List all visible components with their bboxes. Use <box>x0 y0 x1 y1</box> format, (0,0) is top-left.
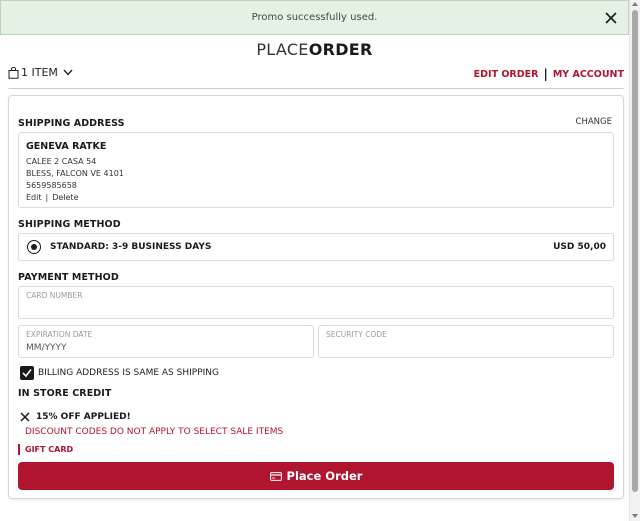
scroll-thumb[interactable] <box>632 10 638 492</box>
address-card: GENEVA RATKE CALEE 2 CASA 54 BLESS, FALC… <box>18 132 614 208</box>
address-line1: CALEE 2 CASA 54 <box>26 157 97 166</box>
edit-address-link[interactable]: Edit <box>26 192 42 204</box>
card-number-label: CARD NUMBER <box>26 291 83 300</box>
page-title-part1: PLACE <box>256 40 309 59</box>
scrollbar[interactable] <box>629 0 640 521</box>
address-phone: 5659585658 <box>26 181 77 190</box>
cart-summary-toggle[interactable]: 1 ITEM <box>8 66 73 79</box>
delete-address-link[interactable]: Delete <box>52 192 78 204</box>
page-title-part2: ORDER <box>308 40 373 59</box>
shipping-radio[interactable] <box>27 240 41 254</box>
expiration-date-placeholder: MM/YYYY <box>26 343 67 353</box>
place-order-label: Place Order <box>286 469 363 483</box>
shipping-method-title: SHIPPING METHOD <box>18 219 121 230</box>
cart-item-count: 1 ITEM <box>21 66 58 79</box>
address-actions: Edit | Delete <box>26 192 606 204</box>
action-separator: | <box>45 193 49 202</box>
promo-toast: Promo successfully used. <box>0 0 629 35</box>
chevron-down-icon <box>63 69 73 76</box>
scroll-down-arrow-icon[interactable] <box>632 514 638 518</box>
store-credit-title: IN STORE CREDIT <box>18 388 112 399</box>
discount-applied-label: 15% OFF APPLIED! <box>36 412 131 422</box>
toast-message: Promo successfully used. <box>251 12 378 23</box>
payment-method-title: PAYMENT METHOD <box>18 272 119 283</box>
security-code-field[interactable]: SECURITY CODE <box>318 325 614 358</box>
divider <box>8 88 624 89</box>
cart-header: 1 ITEM EDIT ORDER | MY ACCOUNT <box>8 66 624 86</box>
place-order-button[interactable]: Place Order <box>18 462 614 490</box>
scroll-up-arrow-icon[interactable] <box>632 2 638 6</box>
change-address-link[interactable]: CHANGE <box>576 117 612 127</box>
page-title: PLACEORDER <box>0 40 629 59</box>
expiration-date-label: EXPIRATION DATE <box>26 330 93 339</box>
billing-same-checkbox[interactable] <box>20 366 34 380</box>
edit-order-link[interactable]: EDIT ORDER <box>474 69 539 80</box>
remove-discount-icon[interactable] <box>20 412 30 422</box>
shopping-bag-icon <box>8 66 19 79</box>
discount-applied-row: 15% OFF APPLIED! <box>20 412 131 422</box>
shipping-address-title: SHIPPING ADDRESS <box>18 118 125 129</box>
page: Promo successfully used. PLACEORDER 1 IT… <box>0 0 629 521</box>
checkmark-icon <box>22 369 32 378</box>
checkout-panel: SHIPPING ADDRESS CHANGE GENEVA RATKE CAL… <box>8 95 624 499</box>
address-line2: BLESS, FALCON VE 4101 <box>26 169 124 178</box>
card-number-field[interactable]: CARD NUMBER <box>18 286 614 319</box>
shipping-option-price: USD 50,00 <box>553 242 606 252</box>
link-separator: | <box>543 67 548 81</box>
credit-card-icon <box>269 471 282 481</box>
shipping-option-label: STANDARD: 3-9 BUSINESS DAYS <box>50 242 212 252</box>
gift-card-link[interactable]: GIFT CARD <box>18 444 73 455</box>
billing-same-label: BILLING ADDRESS IS SAME AS SHIPPING <box>38 368 219 378</box>
shipping-option-standard[interactable]: STANDARD: 3-9 BUSINESS DAYS USD 50,00 <box>18 233 614 261</box>
security-code-label: SECURITY CODE <box>326 330 387 339</box>
expiration-date-field[interactable]: EXPIRATION DATE MM/YYYY <box>18 325 314 358</box>
header-links: EDIT ORDER | MY ACCOUNT <box>474 67 624 81</box>
discount-note: DISCOUNT CODES DO NOT APPLY TO SELECT SA… <box>25 427 284 437</box>
my-account-link[interactable]: MY ACCOUNT <box>553 69 624 80</box>
close-icon[interactable] <box>604 10 618 24</box>
address-name: GENEVA RATKE <box>26 141 107 152</box>
